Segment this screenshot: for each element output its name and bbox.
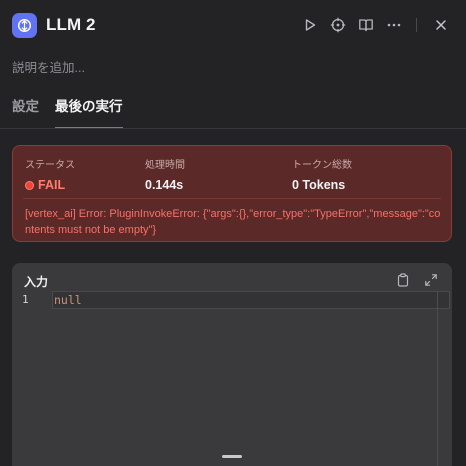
more-icon [387,23,401,27]
tabs-divider [0,128,466,129]
line-number: 1 [22,293,29,306]
expand-icon [425,274,437,286]
status-stat: ステータス FAIL [25,156,75,192]
tab-settings[interactable]: 設定 [12,98,39,128]
node-panel: LLM 2 説明を追加... 設定 最後の実行 ステータス FAIL 処理時間 … [0,0,466,466]
error-message: [vertex_ai] Error: PluginInvokeError: {"… [25,208,441,236]
tab-bar: 設定 最後の実行 [12,98,139,129]
crosshair-icon [330,17,346,33]
header-divider [416,18,417,32]
clipboard-icon [397,273,409,287]
run-button[interactable] [297,12,323,38]
input-title: 入力 [24,275,49,289]
status-dot-icon [25,180,34,190]
header-actions [295,12,454,38]
input-actions [384,271,440,289]
node-title[interactable]: LLM 2 [46,15,96,35]
llm-node-icon [12,12,37,38]
status-badge: FAIL [38,178,66,192]
expand-button[interactable] [422,271,440,289]
code-line: null [54,293,82,307]
time-stat: 処理時間 0.144s [145,156,185,192]
copy-button[interactable] [394,271,412,289]
tokens-value: 0 Tokens [292,178,346,192]
play-icon [305,19,316,31]
run-result-card: ステータス FAIL 処理時間 0.144s トークン総数 0 Tokens [… [12,145,452,242]
time-label: 処理時間 [145,160,185,171]
tokens-stat: トークン総数 0 Tokens [292,156,352,192]
locate-button[interactable] [325,12,351,38]
card-divider [23,198,441,199]
close-icon [436,20,446,30]
tab-last-run[interactable]: 最後の実行 [55,98,123,129]
code-editor[interactable]: 1 null [12,291,452,466]
close-button[interactable] [428,12,454,38]
tokens-label: トークン総数 [292,160,352,171]
status-label: ステータス [25,160,75,171]
scrollbar[interactable] [437,291,438,466]
docs-button[interactable] [353,12,379,38]
more-button[interactable] [381,12,407,38]
description-input[interactable]: 説明を追加... [12,57,85,76]
panel-header: LLM 2 [12,12,454,38]
book-icon [359,19,373,32]
status-value: FAIL [25,178,75,192]
resize-handle[interactable] [222,455,242,458]
time-value: 0.144s [145,178,184,192]
active-line-highlight [52,291,450,309]
input-section: 入力 1 null [12,263,452,466]
